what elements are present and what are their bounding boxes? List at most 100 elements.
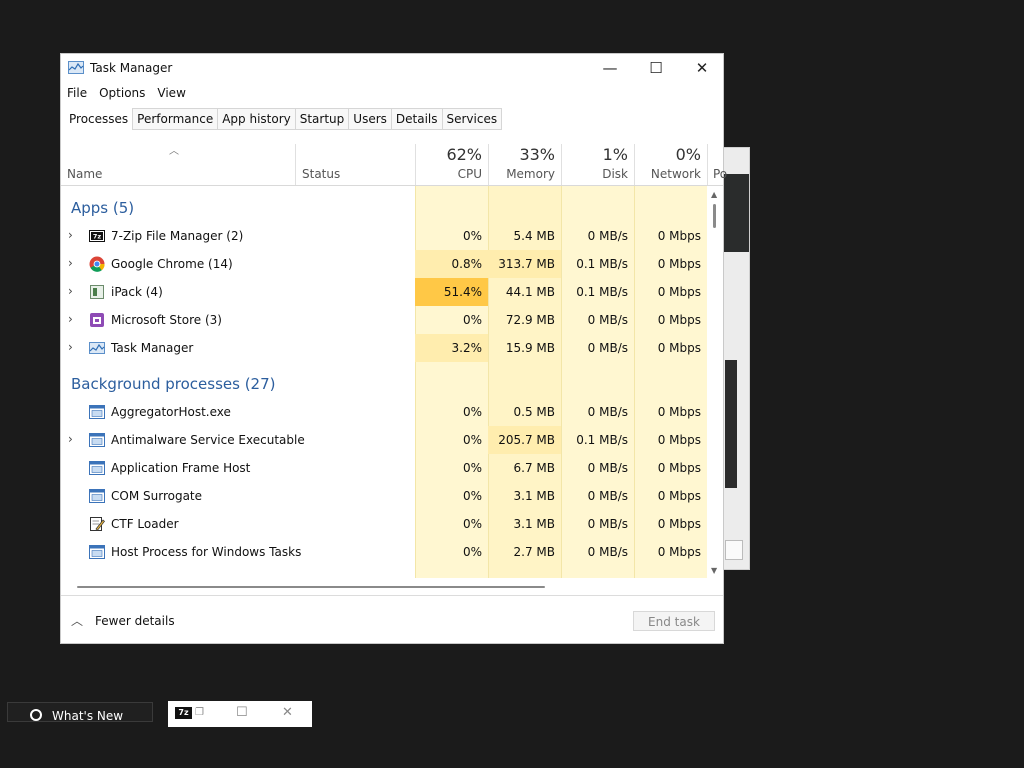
scroll-up-icon[interactable]: ▲	[711, 190, 717, 199]
cpu-cell: 3.2%	[415, 334, 488, 362]
col-status[interactable]: Status	[295, 144, 415, 185]
cpu-cell: 0%	[462, 489, 482, 503]
vertical-scrollbar[interactable]: ▲ ▼	[707, 186, 723, 578]
col-cpu[interactable]: 62% CPU	[415, 144, 488, 185]
col-network-label: Network	[650, 167, 701, 181]
chevron-right-icon[interactable]: ›	[68, 228, 73, 242]
group-apps[interactable]: Apps (5)	[61, 186, 707, 222]
menu-view[interactable]: View	[151, 84, 191, 104]
disk-total: 1%	[602, 145, 628, 164]
disk-cell: 0 MB/s	[587, 405, 628, 419]
horizontal-scrollbar[interactable]	[61, 582, 707, 592]
tab-services[interactable]: Services	[441, 108, 503, 130]
network-cell: 0 Mbps	[657, 461, 701, 475]
process-name: iPack (4)	[111, 285, 163, 299]
memory-cell: 313.7 MB	[488, 250, 561, 278]
scroll-down-icon[interactable]: ▼	[711, 566, 717, 575]
tab-performance[interactable]: Performance	[132, 108, 219, 130]
menu-file[interactable]: File	[61, 84, 93, 104]
table-row[interactable]: COM Surrogate 0% 3.1 MB 0 MB/s 0 Mbps	[61, 482, 707, 510]
table-row[interactable]: › Task Manager 3.2% 15.9 MB 0 MB/s 0 Mbps	[61, 334, 707, 362]
maximize-button[interactable]: ☐	[633, 54, 679, 82]
footer: ︿ Fewer details End task	[61, 595, 723, 644]
7zip-thumbnail[interactable]: 7z ❐ ☐ ✕	[168, 701, 312, 727]
chevron-right-icon[interactable]: ›	[68, 340, 73, 354]
chevron-right-icon[interactable]: ›	[68, 284, 73, 298]
disk-cell: 0 MB/s	[587, 545, 628, 559]
tab-startup[interactable]: Startup	[294, 108, 350, 130]
chevron-right-icon[interactable]: ›	[68, 432, 73, 446]
disk-cell: 0 MB/s	[587, 341, 628, 355]
memory-cell: 3.1 MB	[513, 489, 555, 503]
table-row[interactable]: Host Process for Windows Tasks 0% 2.7 MB 0 …	[61, 538, 707, 566]
horizontal-scroll-thumb[interactable]	[77, 586, 545, 588]
process-name: 7-Zip File Manager (2)	[111, 229, 244, 243]
memory-cell: 44.1 MB	[505, 285, 555, 299]
disk-cell: 0 MB/s	[587, 313, 628, 327]
col-name-label: Name	[67, 167, 103, 181]
process-name: Google Chrome (14)	[111, 257, 233, 271]
svg-text:7z: 7z	[93, 233, 102, 241]
col-disk[interactable]: 1% Disk	[561, 144, 634, 185]
window-icon	[89, 460, 105, 476]
table-row[interactable]: › Antimalware Service Executable 0% 205.7 M…	[61, 426, 707, 454]
process-name: COM Surrogate	[111, 489, 203, 503]
process-name: Application Frame Host	[111, 461, 251, 475]
col-power[interactable]: Po	[707, 144, 727, 185]
network-cell: 0 Mbps	[657, 341, 701, 355]
network-cell: 0 Mbps	[657, 433, 701, 447]
table-row[interactable]: › iPack (4) 51.4% 44.1 MB 0.1 MB/s 0 Mbps	[61, 278, 707, 306]
cpu-cell: 51.4%	[415, 278, 488, 306]
table-row[interactable]: › Microsoft Store (3) 0% 72.9 MB 0 MB/s 0 Mbp…	[61, 306, 707, 334]
taskmanager-icon	[89, 340, 105, 356]
background-image	[723, 174, 749, 252]
task-manager-icon	[68, 61, 84, 74]
background-window	[722, 147, 750, 570]
network-cell: 0 Mbps	[657, 229, 701, 243]
memory-cell: 6.7 MB	[513, 461, 555, 475]
restore-icon[interactable]: ❐	[195, 707, 204, 718]
vertical-scroll-thumb[interactable]	[713, 204, 716, 228]
tab-details[interactable]: Details	[390, 108, 443, 130]
tab-app-history[interactable]: App history	[217, 108, 296, 130]
tab-processes[interactable]: Processes	[64, 108, 134, 130]
network-cell: 0 Mbps	[657, 313, 701, 327]
minimize-button[interactable]: —	[587, 54, 633, 82]
col-network[interactable]: 0% Network	[634, 144, 707, 185]
fewer-details-button[interactable]: ︿ Fewer details	[71, 612, 175, 629]
table-row[interactable]: › 7z 7-Zip File Manager (2) 0% 5.4 MB 0 MB/s 0…	[61, 222, 707, 250]
table-row[interactable]: CTF Loader 0% 3.1 MB 0 MB/s 0 Mbps	[61, 510, 707, 538]
chevron-right-icon[interactable]: ›	[68, 312, 73, 326]
disk-cell: 0.1 MB/s	[576, 285, 628, 299]
chrome-icon	[30, 709, 42, 721]
cpu-cell: 0%	[462, 433, 482, 447]
process-name: Microsoft Store (3)	[111, 313, 222, 327]
table-row[interactable]: Application Frame Host 0% 6.7 MB 0 MB/s 0 Mb…	[61, 454, 707, 482]
group-background-processes[interactable]: Background processes (27)	[61, 362, 707, 398]
col-disk-label: Disk	[602, 167, 628, 181]
whats-new-thumbnail[interactable]: What's New	[7, 702, 153, 723]
memory-cell: 5.4 MB	[513, 229, 555, 243]
end-task-button[interactable]: End task	[633, 611, 715, 631]
maximize-icon[interactable]: ☐	[236, 705, 248, 720]
menu-options[interactable]: Options	[93, 84, 151, 104]
menu-bar: File Options View	[61, 84, 192, 104]
table-row[interactable]: AggregatorHost.exe 0% 0.5 MB 0 MB/s 0 Mbps	[61, 398, 707, 426]
store-icon	[89, 312, 105, 328]
network-cell: 0 Mbps	[657, 489, 701, 503]
chevron-right-icon[interactable]: ›	[68, 256, 73, 270]
close-button[interactable]: ✕	[679, 54, 725, 82]
cpu-cell: 0%	[462, 545, 482, 559]
table-row[interactable]: › Google Chrome (14) 0.8% 313.7 MB 0.1 MB/s 0…	[61, 250, 707, 278]
process-name: Antimalware Service Executable	[111, 433, 305, 447]
close-icon[interactable]: ✕	[282, 705, 293, 720]
col-name[interactable]: Name	[61, 144, 295, 185]
col-memory-label: Memory	[506, 167, 555, 181]
network-cell: 0 Mbps	[657, 545, 701, 559]
disk-cell: 0 MB/s	[587, 229, 628, 243]
7zip-icon: 7z	[89, 228, 105, 244]
col-memory[interactable]: 33% Memory	[488, 144, 561, 185]
whats-new-label: What's New	[52, 709, 124, 723]
title-bar[interactable]: Task Manager — ☐ ✕	[61, 54, 723, 82]
tab-users[interactable]: Users	[348, 108, 392, 130]
